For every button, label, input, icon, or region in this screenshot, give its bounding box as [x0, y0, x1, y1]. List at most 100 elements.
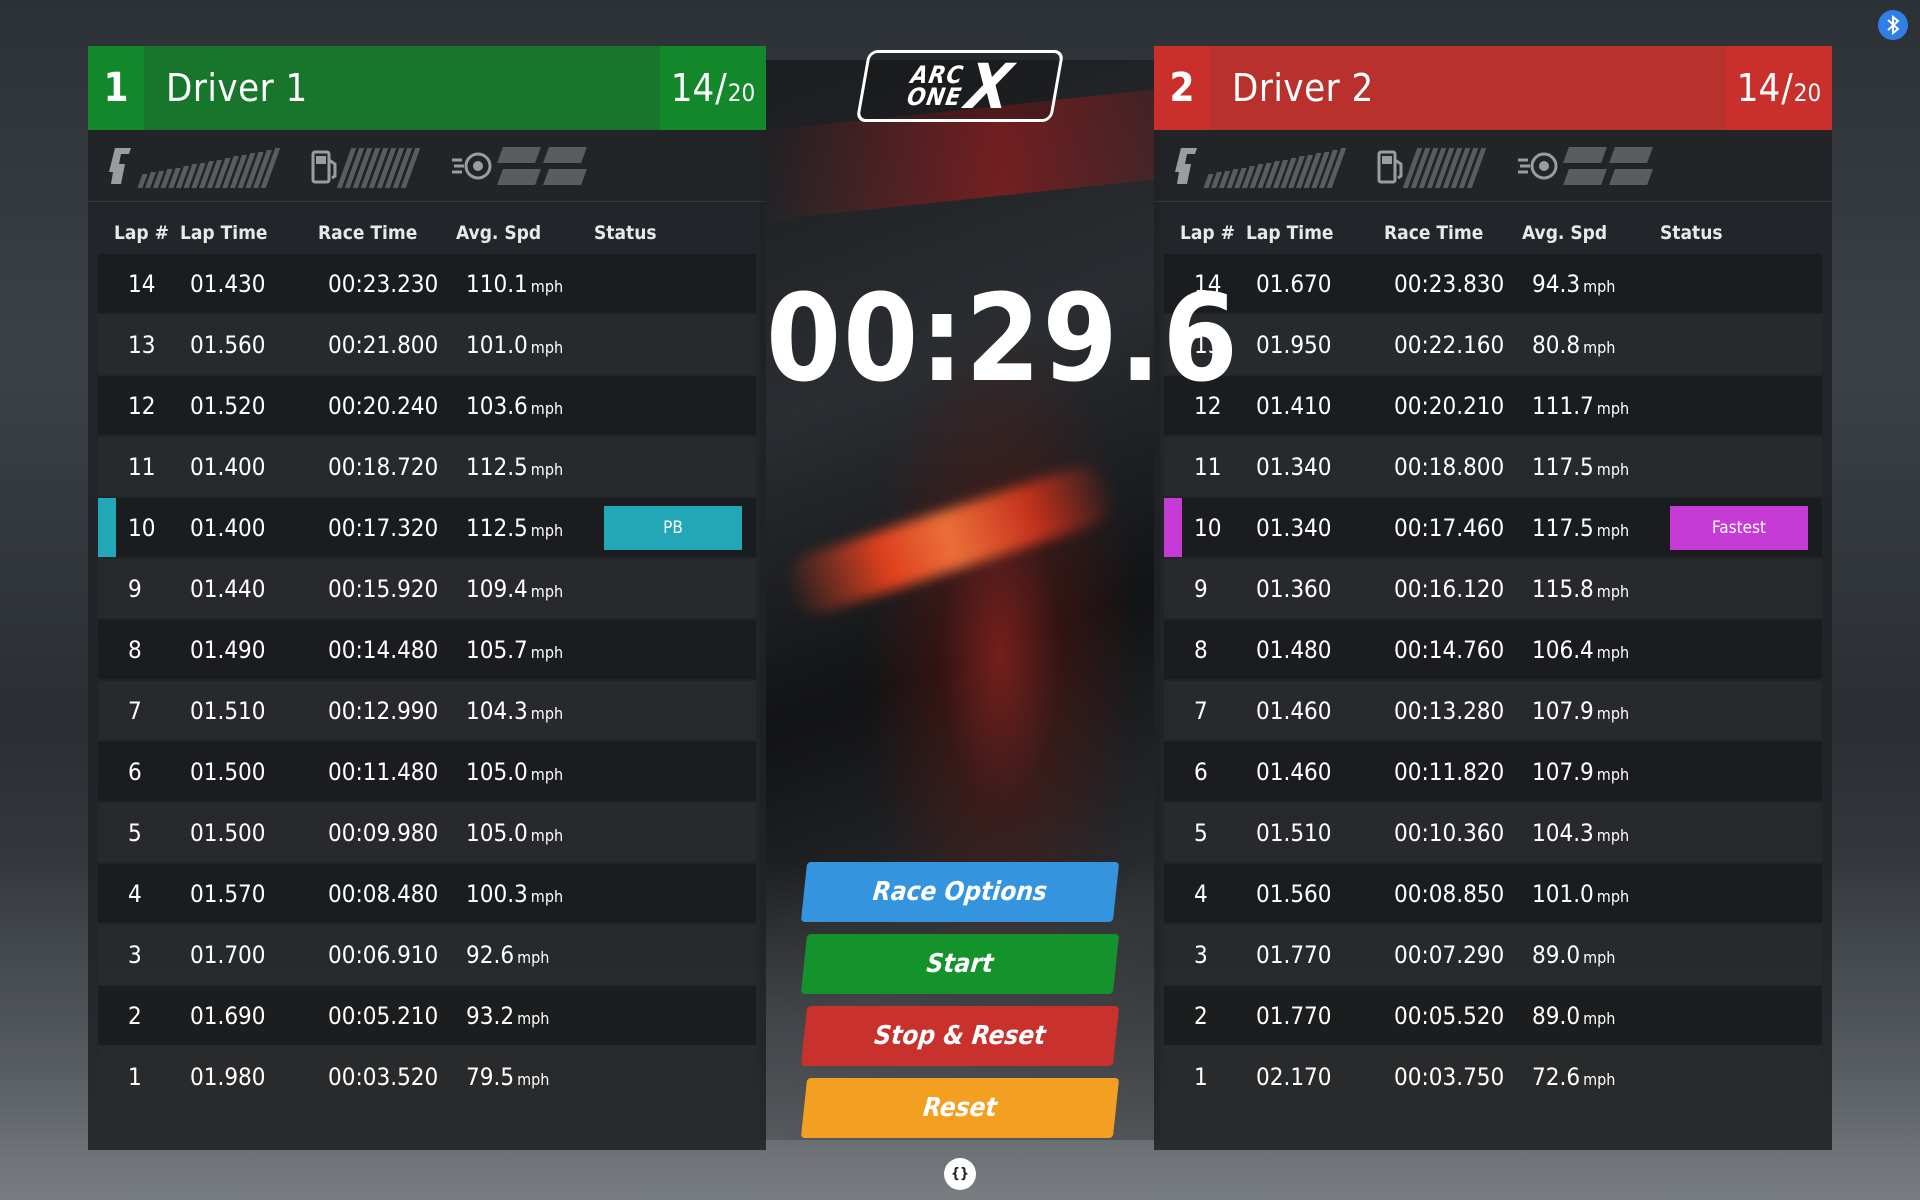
tire-wear-blocks [1563, 146, 1653, 185]
speed-unit: mph [530, 764, 564, 784]
cell-avg-speed: 109.4 mph [466, 575, 604, 603]
speed-unit: mph [1583, 1008, 1616, 1028]
cell-lap-time: 01.500 [190, 757, 266, 786]
speed-unit: mph [1583, 276, 1616, 296]
lap-highlight-marker [1164, 498, 1182, 557]
speed-unit: mph [1583, 947, 1616, 967]
speed-unit: mph [530, 581, 564, 601]
cell-lap-time: 01.360 [1256, 574, 1332, 603]
cell-lap: 1 [128, 1062, 142, 1091]
cell-lap-time: 01.400 [190, 452, 266, 481]
cell-avg-speed: 112.5 mph [466, 514, 604, 542]
stop-reset-button[interactable]: Stop & Reset [800, 1006, 1120, 1066]
speed-value: 89.0 [1532, 940, 1581, 969]
driver-name[interactable]: Driver 1 [144, 66, 660, 110]
cell-avg-speed: 117.5 mph [1532, 453, 1670, 481]
speed-unit: mph [1596, 642, 1630, 662]
col-avg-speed: Avg. Spd [1522, 222, 1608, 244]
lap-row: 10 01.340 00:17.460 117.5 mph Fastest [1164, 498, 1822, 557]
speed-unit: mph [1583, 337, 1616, 357]
throttle-gauge [106, 144, 281, 188]
cell-avg-speed: 107.9 mph [1532, 758, 1670, 786]
cell-avg-speed: 93.2 mph [466, 1002, 604, 1030]
speed-unit: mph [1596, 703, 1630, 723]
lap-row: 14 01.670 00:23.830 94.3 mph [1164, 254, 1822, 313]
race-options-button[interactable]: Race Options [800, 862, 1120, 922]
speed-value: 92.6 [466, 940, 515, 969]
cell-race-time: 00:03.750 [1394, 1062, 1505, 1091]
cell-race-time: 00:05.210 [328, 1001, 439, 1030]
lap-counter-total: 20 [1793, 79, 1822, 107]
cell-race-time: 00:11.480 [328, 757, 439, 786]
cell-lap: 7 [1194, 696, 1208, 725]
tire-wear-icon [450, 146, 494, 186]
cell-race-time: 00:20.240 [328, 391, 439, 420]
debug-icon[interactable]: {} [944, 1158, 976, 1190]
status-badge: Fastest [1670, 505, 1808, 550]
fuel-pump-icon [310, 146, 340, 186]
lap-row: 7 01.460 00:13.280 107.9 mph [1164, 681, 1822, 740]
speed-unit: mph [1596, 398, 1630, 418]
speed-value: 107.9 [1532, 696, 1594, 725]
cell-lap-time: 01.410 [1256, 391, 1332, 420]
cell-lap: 6 [128, 757, 142, 786]
lap-row: 9 01.360 00:16.120 115.8 mph [1164, 559, 1822, 618]
cell-lap-time: 01.510 [190, 696, 266, 725]
tire-wear-icon [1516, 146, 1560, 186]
speed-value: 103.6 [466, 391, 528, 420]
cell-race-time: 00:20.210 [1394, 391, 1505, 420]
cell-race-time: 00:06.910 [328, 940, 439, 969]
cell-lap: 6 [1194, 757, 1208, 786]
lap-row: 1 02.170 00:03.750 72.6 mph [1164, 1047, 1822, 1106]
start-button[interactable]: Start [800, 934, 1120, 994]
logo-wordmark: ARC ONE [904, 61, 968, 111]
col-avg-speed: Avg. Spd [456, 222, 542, 244]
speed-unit: mph [517, 947, 550, 967]
lap-row: 13 01.560 00:21.800 101.0 mph [98, 315, 756, 374]
bluetooth-icon[interactable] [1878, 10, 1908, 40]
speed-value: 105.0 [466, 818, 528, 847]
cell-race-time: 00:07.290 [1394, 940, 1505, 969]
speed-value: 105.7 [466, 635, 528, 664]
lap-row: 4 01.570 00:08.480 100.3 mph [98, 864, 756, 923]
cell-avg-speed: 104.3 mph [1532, 819, 1670, 847]
cell-race-time: 00:12.990 [328, 696, 439, 725]
cell-lap: 12 [128, 391, 156, 420]
cell-avg-speed: 101.0 mph [466, 331, 604, 359]
driver-panel-2: 2 Driver 2 14/20 Lap # Lap Time Race Tim… [1154, 46, 1832, 1150]
driver-panel-1: 1 Driver 1 14/20 Lap # Lap Time Race Tim… [88, 46, 766, 1150]
cell-race-time: 00:22.160 [1394, 330, 1505, 359]
cell-avg-speed: 104.3 mph [466, 697, 604, 725]
driver-header: 1 Driver 1 14/20 [88, 46, 766, 130]
speed-value: 93.2 [466, 1001, 515, 1030]
lap-table-header: Lap # Lap Time Race Time Avg. Spd Status [88, 202, 766, 254]
cell-lap-time: 01.560 [190, 330, 266, 359]
col-status: Status [594, 222, 657, 244]
cell-lap: 5 [1194, 818, 1208, 847]
speed-unit: mph [1596, 825, 1630, 845]
cell-lap-time: 01.440 [190, 574, 266, 603]
speed-value: 100.3 [466, 879, 528, 908]
logo-line-2: ONE [904, 83, 965, 111]
cell-lap-time: 01.400 [190, 513, 266, 542]
fuel-bars [1402, 144, 1487, 188]
speed-value: 101.0 [1532, 879, 1594, 908]
cell-avg-speed: 107.9 mph [1532, 697, 1670, 725]
speed-value: 112.5 [466, 513, 528, 542]
driver-name[interactable]: Driver 2 [1210, 66, 1726, 110]
speed-unit: mph [517, 1008, 550, 1028]
cell-status: PB [604, 505, 756, 550]
cell-avg-speed: 101.0 mph [1532, 880, 1670, 908]
lap-row: 8 01.490 00:14.480 105.7 mph [98, 620, 756, 679]
speed-unit: mph [530, 886, 564, 906]
lap-row: 2 01.690 00:05.210 93.2 mph [98, 986, 756, 1045]
reset-button[interactable]: Reset [800, 1078, 1120, 1138]
speed-value: 115.8 [1532, 574, 1594, 603]
lap-row: 9 01.440 00:15.920 109.4 mph [98, 559, 756, 618]
cell-race-time: 00:13.280 [1394, 696, 1505, 725]
arc-one-x-logo: ARC ONE X [855, 50, 1065, 123]
car-status-gauges [1154, 130, 1832, 202]
col-lap: Lap # [114, 222, 169, 244]
cell-lap-time: 01.690 [190, 1001, 266, 1030]
col-lap: Lap # [1180, 222, 1235, 244]
